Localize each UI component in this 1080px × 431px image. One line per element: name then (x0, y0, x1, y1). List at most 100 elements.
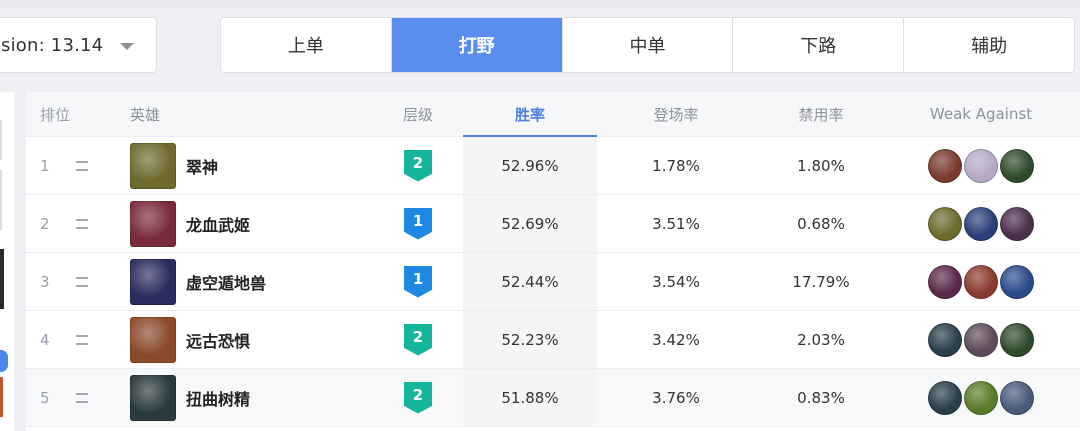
table-row[interactable]: 2 龙血武姬 1 52.69% 3.51% 0.68% (26, 195, 1080, 253)
hero-avatar[interactable] (130, 142, 176, 189)
hero-cell[interactable]: 虚空遁地兽 (130, 253, 370, 310)
hero-name[interactable]: 远古恐惧 (186, 328, 250, 352)
counter-hero-icon[interactable] (1000, 206, 1034, 241)
hero-avatar[interactable] (130, 258, 176, 305)
trend-equal-icon (76, 195, 96, 252)
left-sidebar-edge (0, 92, 14, 431)
table-row[interactable]: 1 翠神 2 52.96% 1.78% 1.80% (26, 137, 1080, 195)
header-winrate[interactable]: 胜率 (463, 92, 597, 136)
hero-avatar[interactable] (130, 200, 176, 247)
tab-jungle[interactable]: 打野 (391, 18, 563, 72)
position-tabs: 上单 打野 中单 下路 辅助 (220, 17, 1075, 73)
winrate-value: 52.69% (463, 195, 597, 252)
header-banrate[interactable]: 禁用率 (751, 92, 891, 136)
rank-value: 3 (40, 272, 50, 291)
banrate-value: 17.79% (792, 272, 850, 291)
pickrate-value: 3.51% (652, 214, 700, 233)
counter-hero-icon[interactable] (964, 148, 998, 183)
weak-against-list (911, 137, 1051, 194)
header-pickrate[interactable]: 登场率 (606, 92, 746, 136)
counter-hero-icon[interactable] (1000, 380, 1034, 415)
tab-support[interactable]: 辅助 (904, 18, 1074, 72)
trend-equal-icon (76, 137, 96, 194)
counter-hero-icon[interactable] (964, 206, 998, 241)
pickrate-value: 3.76% (652, 388, 700, 407)
weak-against-list (911, 369, 1051, 426)
sidebar-divider (0, 170, 2, 230)
counter-hero-icon[interactable] (964, 264, 998, 299)
rank-value: 2 (40, 214, 50, 233)
hero-cell[interactable]: 远古恐惧 (130, 311, 370, 368)
rank-value: 4 (40, 330, 50, 349)
tab-top[interactable]: 上单 (221, 18, 392, 72)
trend-equal-icon (76, 311, 96, 368)
tier-badge: 2 (404, 149, 432, 182)
sidebar-thumbnail (0, 249, 4, 309)
sidebar-divider (0, 120, 2, 160)
winrate-value: 52.44% (463, 253, 597, 310)
weak-against-list (911, 253, 1051, 310)
hero-name[interactable]: 龙血武姬 (186, 212, 250, 236)
counter-hero-icon[interactable] (964, 322, 998, 357)
counter-hero-icon[interactable] (928, 380, 962, 415)
counter-hero-icon[interactable] (928, 206, 962, 241)
tier-cell: 1 (398, 253, 438, 310)
counter-hero-icon[interactable] (1000, 264, 1034, 299)
tier-badge: 1 (404, 207, 432, 240)
counter-hero-icon[interactable] (928, 264, 962, 299)
version-select[interactable]: sion: 13.14 (0, 17, 157, 73)
tab-bottom[interactable]: 下路 (733, 18, 905, 72)
hero-name[interactable]: 翠神 (186, 154, 218, 178)
tier-cell: 2 (398, 369, 438, 426)
trend-equal-icon (76, 253, 96, 310)
hero-name[interactable]: 虚空遁地兽 (186, 270, 266, 294)
table-row[interactable]: 3 虚空遁地兽 1 52.44% 3.54% 17.79% (26, 253, 1080, 311)
header-tier[interactable]: 层级 (398, 92, 438, 136)
tier-cell: 2 (398, 137, 438, 194)
table-header: 排位 英雄 层级 胜率 登场率 禁用率 Weak Against (26, 92, 1080, 137)
banrate-value: 0.83% (797, 388, 845, 407)
table-row[interactable]: 4 远古恐惧 2 52.23% 3.42% 2.03% (26, 311, 1080, 369)
hero-tier-table: 排位 英雄 层级 胜率 登场率 禁用率 Weak Against 1 翠神 2 … (26, 92, 1080, 431)
counter-hero-icon[interactable] (1000, 148, 1034, 183)
hero-avatar[interactable] (130, 374, 176, 421)
pickrate-value: 1.78% (652, 156, 700, 175)
pickrate-value: 3.54% (652, 272, 700, 291)
banrate-value: 2.03% (797, 330, 845, 349)
rank-value: 5 (40, 388, 50, 407)
winrate-value: 52.23% (463, 311, 597, 368)
sidebar-indicator[interactable] (0, 350, 8, 372)
tier-badge: 1 (404, 265, 432, 298)
header-hero[interactable]: 英雄 (130, 92, 370, 136)
pickrate-value: 3.42% (652, 330, 700, 349)
hero-avatar[interactable] (130, 316, 176, 363)
trend-equal-icon (76, 369, 96, 426)
hero-cell[interactable]: 扭曲树精 (130, 369, 370, 426)
tier-badge: 2 (404, 323, 432, 356)
hero-cell[interactable]: 龙血武姬 (130, 195, 370, 252)
hero-cell[interactable]: 翠神 (130, 137, 370, 194)
version-label: sion: 13.14 (1, 34, 104, 56)
tab-mid[interactable]: 中单 (563, 18, 734, 72)
winrate-value: 52.96% (463, 137, 597, 194)
counter-hero-icon[interactable] (964, 380, 998, 415)
tier-cell: 2 (398, 311, 438, 368)
winrate-value: 51.88% (463, 369, 597, 426)
counter-hero-icon[interactable] (1000, 322, 1034, 357)
banrate-value: 0.68% (797, 214, 845, 233)
rank-value: 1 (40, 156, 50, 175)
tier-cell: 1 (398, 195, 438, 252)
chevron-down-icon (120, 43, 134, 50)
weak-against-list (911, 195, 1051, 252)
counter-hero-icon[interactable] (928, 322, 962, 357)
sidebar-thumbnail (0, 377, 3, 417)
table-row[interactable]: 5 扭曲树精 2 51.88% 3.76% 0.83% (26, 369, 1080, 427)
header-weak-against: Weak Against (929, 105, 1033, 123)
tier-badge: 2 (404, 381, 432, 414)
hero-name[interactable]: 扭曲树精 (186, 386, 250, 410)
counter-hero-icon[interactable] (928, 148, 962, 183)
weak-against-list (911, 311, 1051, 368)
top-bar (0, 0, 1080, 8)
header-rank[interactable]: 排位 (40, 92, 70, 136)
banrate-value: 1.80% (797, 156, 845, 175)
